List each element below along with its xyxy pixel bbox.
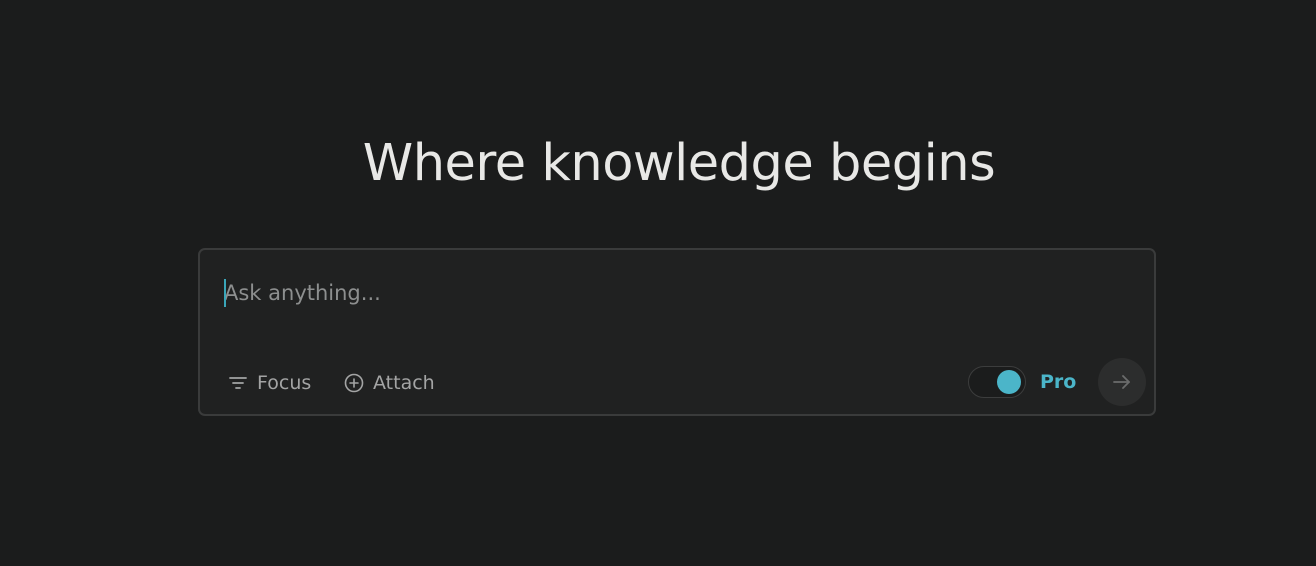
submit-button[interactable]	[1098, 358, 1146, 406]
toggle-knob	[997, 370, 1021, 394]
attach-label: Attach	[373, 372, 435, 394]
page: Where knowledge begins Focus	[0, 0, 1316, 566]
search-input[interactable]	[224, 278, 1124, 308]
attach-button[interactable]: Attach	[344, 368, 435, 398]
plus-circle-icon	[344, 373, 364, 393]
page-title: Where knowledge begins	[362, 134, 996, 193]
pro-toggle[interactable]	[968, 366, 1026, 398]
arrow-right-icon	[1111, 371, 1133, 393]
text-caret	[224, 279, 226, 307]
focus-label: Focus	[257, 372, 312, 394]
search-input-wrapper	[224, 278, 1124, 308]
focus-button[interactable]: Focus	[228, 368, 311, 398]
filter-icon	[228, 373, 248, 393]
pro-label: Pro	[1040, 371, 1077, 393]
search-box: Focus Attach Pro	[198, 248, 1156, 416]
